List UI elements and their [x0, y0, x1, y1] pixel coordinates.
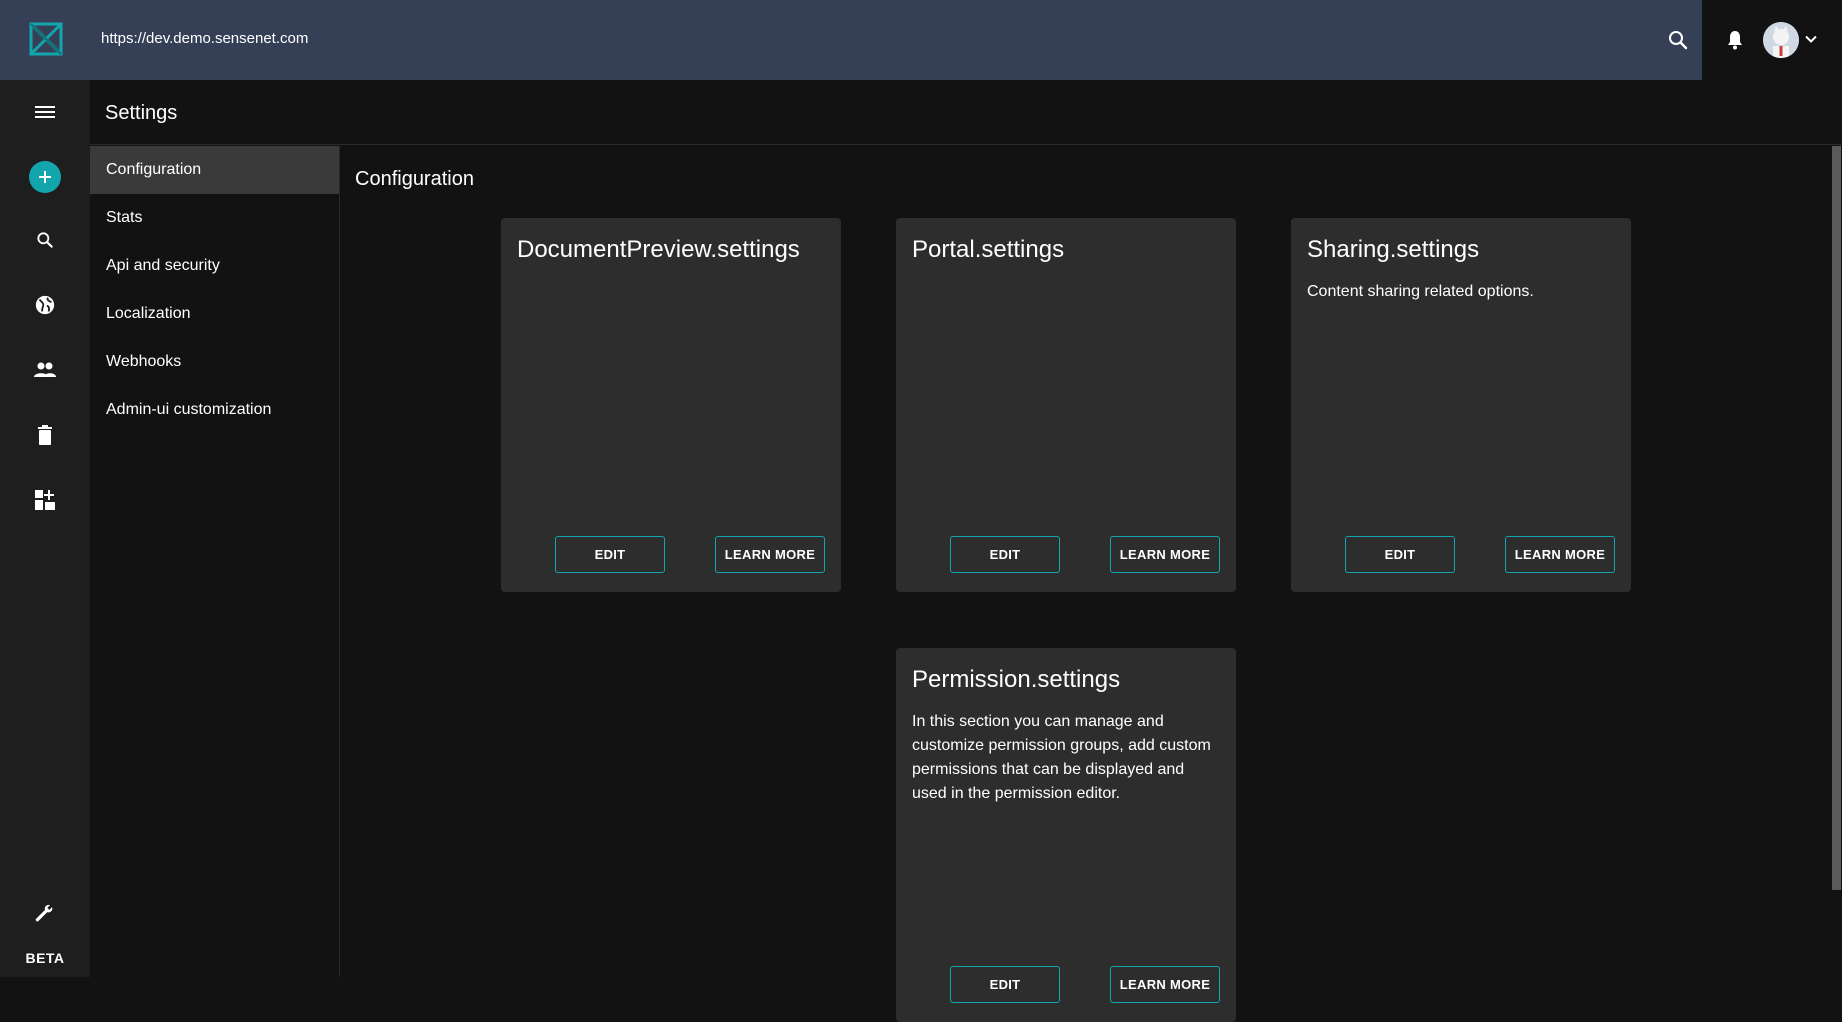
subnav-item-webhooks[interactable]: Webhooks	[90, 338, 339, 386]
card-title: Portal.settings	[912, 236, 1065, 263]
card-description: Content sharing related options.	[1307, 283, 1534, 300]
subnav-item-admin-ui-customization[interactable]: Admin-ui customization	[90, 386, 339, 434]
globe-icon[interactable]	[29, 289, 61, 321]
settings-card-documentpreview: DocumentPreview.settings EDIT LEARN MORE	[501, 218, 841, 592]
top-bar: https://dev.demo.sensenet.com	[0, 0, 1842, 80]
settings-card-portal: Portal.settings EDIT LEARN MORE	[896, 218, 1236, 592]
card-description: In this section you can manage and custo…	[912, 713, 1211, 802]
learn-more-button[interactable]: LEARN MORE	[715, 536, 825, 573]
section-title: Configuration	[355, 168, 474, 190]
users-icon[interactable]	[29, 354, 61, 386]
wrench-icon[interactable]	[29, 898, 61, 930]
card-title: DocumentPreview.settings	[517, 236, 800, 263]
menu-icon[interactable]	[29, 96, 61, 128]
edit-button[interactable]: EDIT	[1345, 536, 1455, 573]
search-icon[interactable]	[29, 224, 61, 256]
add-icon	[39, 171, 51, 183]
learn-more-button[interactable]: LEARN MORE	[1110, 966, 1220, 1003]
subnav-item-stats[interactable]: Stats	[90, 194, 339, 242]
user-avatar[interactable]	[1763, 22, 1799, 58]
scrollbar[interactable]	[1831, 146, 1842, 977]
edit-button[interactable]: EDIT	[950, 536, 1060, 573]
card-title: Sharing.settings	[1307, 236, 1480, 263]
subnav-item-localization[interactable]: Localization	[90, 290, 339, 338]
beta-label: BETA	[25, 950, 65, 966]
edit-button[interactable]: EDIT	[950, 966, 1060, 1003]
learn-more-button[interactable]: LEARN MORE	[1505, 536, 1615, 573]
search-icon[interactable]	[1666, 28, 1690, 52]
configuration-content: Configuration DocumentPreview.settings E…	[341, 146, 1831, 1022]
dashboard-add-icon[interactable]	[29, 484, 61, 516]
trash-icon[interactable]	[29, 419, 61, 451]
chevron-down-icon[interactable]	[1802, 30, 1820, 48]
settings-subnav: Configuration Stats Api and security Loc…	[90, 146, 340, 977]
bell-icon[interactable]	[1723, 28, 1747, 52]
subnav-item-configuration[interactable]: Configuration	[90, 146, 339, 194]
settings-card-permission: Permission.settings In this section you …	[896, 648, 1236, 1022]
scrollbar-thumb[interactable]	[1832, 146, 1841, 890]
page-title: Settings	[105, 102, 178, 124]
settings-card-sharing: Sharing.settings Content sharing related…	[1291, 218, 1631, 592]
add-button[interactable]	[29, 161, 61, 193]
learn-more-button[interactable]: LEARN MORE	[1110, 536, 1220, 573]
sensenet-logo-icon[interactable]	[28, 20, 64, 58]
left-rail	[0, 80, 90, 977]
top-bar-main: https://dev.demo.sensenet.com	[0, 0, 1702, 80]
site-url: https://dev.demo.sensenet.com	[101, 30, 309, 47]
subnav-item-api-and-security[interactable]: Api and security	[90, 242, 339, 290]
card-title: Permission.settings	[912, 666, 1121, 693]
avatar-icon	[1763, 22, 1799, 58]
settings-header: Settings	[90, 80, 1842, 145]
edit-button[interactable]: EDIT	[555, 536, 665, 573]
